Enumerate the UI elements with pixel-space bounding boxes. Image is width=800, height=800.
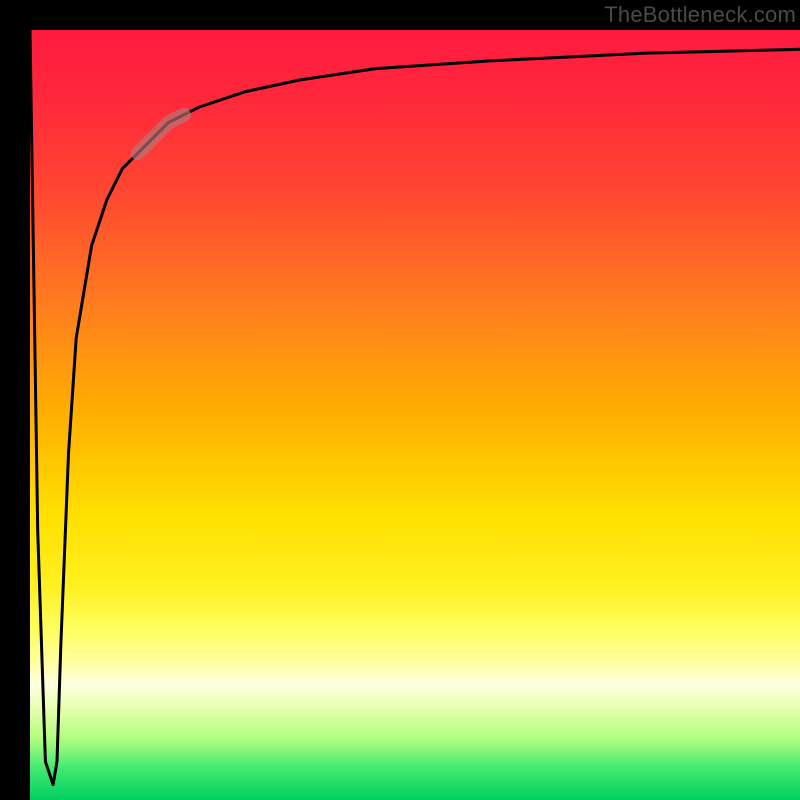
chart-frame: TheBottleneck.com: [0, 0, 800, 800]
bottleneck-curve-highlight: [138, 115, 184, 154]
watermark-text: TheBottleneck.com: [604, 2, 796, 28]
chart-plot-area: [30, 30, 800, 800]
bottleneck-curve-path: [30, 30, 800, 785]
bottleneck-curve-svg: [30, 30, 800, 800]
